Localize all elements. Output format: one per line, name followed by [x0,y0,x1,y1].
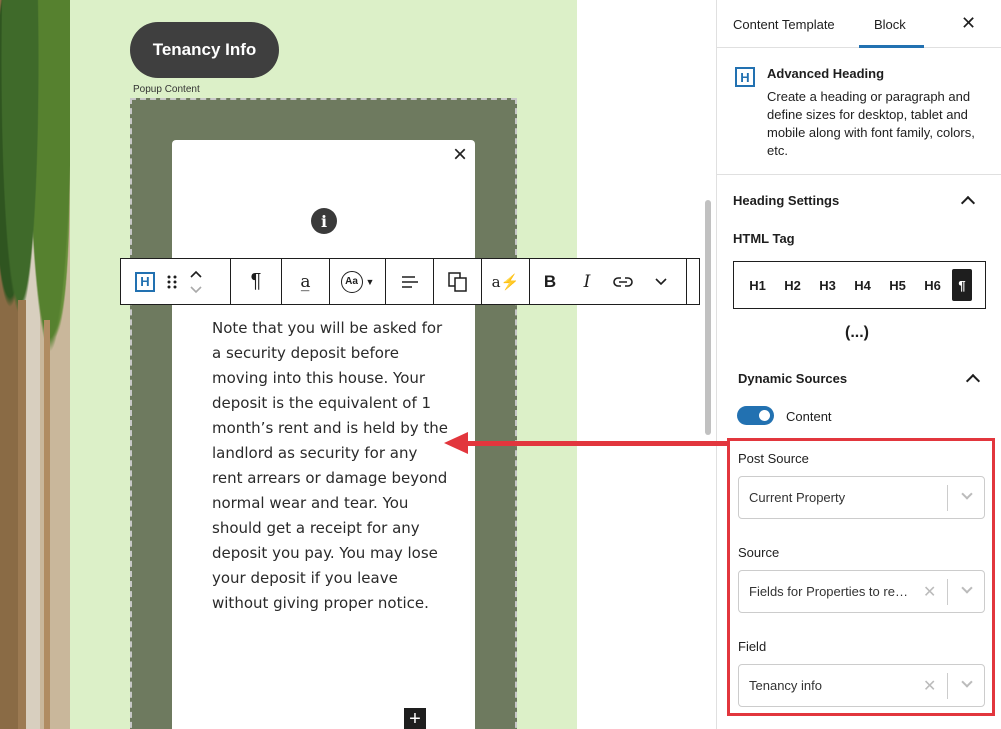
info-icon: i [311,208,337,234]
align-button[interactable] [386,259,433,304]
tab-block[interactable]: Block [874,0,906,48]
active-tab-indicator [859,45,924,48]
popup-content-label: Popup Content [133,84,200,95]
link-button[interactable] [604,259,642,304]
tag-paragraph-button[interactable]: ¶ [952,269,972,301]
tag-h1-button[interactable]: H1 [740,278,775,293]
html-tag-label: HTML Tag [733,231,795,246]
annotation-arrow-line [466,441,729,446]
chevron-down-icon [655,277,667,285]
copy-styles-button[interactable] [434,259,481,304]
text-style-icon: a̲ [300,271,311,292]
tag-h3-button[interactable]: H3 [810,278,845,293]
tag-h6-button[interactable]: H6 [915,278,950,293]
paragraph-button[interactable]: ¶ [231,259,281,304]
bold-button[interactable]: B [530,259,570,304]
sidebar-tabs: Content Template Block ✕ [717,0,1001,48]
font-size-icon: Aa [340,270,363,293]
block-card: H Advanced Heading Create a heading or p… [717,49,1001,175]
paragraph-icon: ¶ [250,270,262,292]
caret-down-icon: ▼ [365,276,375,287]
close-icon[interactable]: × [450,143,470,167]
background-photo [0,0,70,729]
popup-heading-text[interactable]: Note that you will be asked for a securi… [212,316,452,616]
dynamic-sources-toggle[interactable]: Dynamic Sources [738,371,847,386]
tag-h5-button[interactable]: H5 [880,278,915,293]
chevron-up-icon[interactable] [965,373,981,389]
drag-handle-icon[interactable] [167,259,177,304]
block-title: Advanced Heading [767,66,885,81]
heading-settings-toggle[interactable]: Heading Settings [733,193,839,208]
canvas-gutter [577,0,701,729]
chevron-up-icon[interactable] [960,195,976,211]
font-size-dropdown[interactable]: Aa ▼ [330,259,385,304]
more-rich-text-button[interactable] [642,259,680,304]
stair-rail [44,320,50,729]
copy-icon [447,271,467,292]
html-tag-selector: H1 H2 H3 H4 H5 H6 ¶ [733,261,986,309]
advanced-heading-icon: H [735,67,755,87]
block-description: Create a heading or paragraph and define… [767,89,975,158]
link-icon [613,276,633,287]
add-block-icon[interactable]: + [404,708,426,729]
more-settings-ellipsis: (...) [845,324,869,341]
dynamic-content-button[interactable]: a⚡ [482,259,529,304]
block-toolbar: H ¶ a̲ Aa ▼ a⚡ B I [120,258,700,305]
align-left-icon [401,275,418,288]
annotation-arrow-head [444,432,468,454]
heading-block-icon: H [135,271,155,292]
tab-content-template[interactable]: Content Template [733,0,835,48]
block-type-button[interactable]: H [135,259,155,304]
stair-rail [18,300,26,729]
move-up-down-icon[interactable] [189,259,203,304]
close-sidebar-icon[interactable]: ✕ [961,13,976,34]
tag-h4-button[interactable]: H4 [845,278,880,293]
canvas-scrollbar-thumb[interactable] [705,200,711,435]
italic-button[interactable]: I [570,259,604,304]
dynamic-text-icon: a⚡ [491,272,520,291]
tag-h2-button[interactable]: H2 [775,278,810,293]
content-toggle[interactable] [737,406,774,425]
content-toggle-label: Content [786,409,832,424]
text-style-button[interactable]: a̲ [281,259,329,304]
annotation-highlight-box [727,438,995,716]
tenancy-info-button[interactable]: Tenancy Info [130,22,279,78]
